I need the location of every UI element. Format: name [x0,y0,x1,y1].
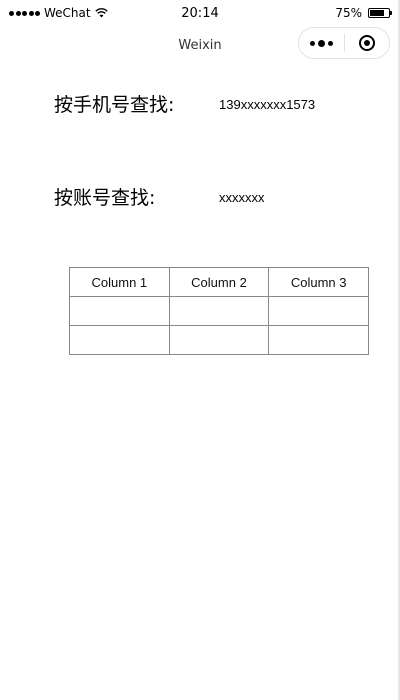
table-header-row: Column 1 Column 2 Column 3 [69,267,369,297]
target-icon [358,35,375,51]
phone-screen: WeChat 20:14 75% Weixin 按手机号查找: 139xxxxx [0,0,400,700]
phone-search-label: 按手机号查找: [54,94,175,116]
table-row [69,325,369,355]
more-options-button[interactable] [299,28,344,58]
table-cell [168,325,270,355]
table-row [69,296,369,326]
table-header-cell: Column 2 [168,267,270,297]
account-search-value: xxxxxxx [219,190,265,205]
more-dots-icon-right [328,40,333,46]
table-cell [268,296,369,326]
status-right: 75% [335,6,392,20]
mini-program-capsule [298,27,390,59]
more-dots-icon-center [318,39,325,47]
phone-search-value: 139xxxxxxx1573 [219,97,316,112]
results-table: Column 1 Column 2 Column 3 [69,267,369,355]
battery-fill [370,10,384,16]
battery-percent: 75% [335,6,362,20]
table-cell [168,296,270,326]
more-dots-icon [310,40,315,46]
table-cell [268,325,369,355]
close-mini-program-button[interactable] [345,28,389,58]
table-header-cell: Column 1 [69,267,170,297]
table-header-cell: Column 3 [268,267,369,297]
table-cell [69,325,170,355]
battery-icon [368,8,392,18]
account-search-label: 按账号查找: [54,187,156,209]
status-bar: WeChat 20:14 75% [0,0,400,26]
table-cell [69,296,170,326]
